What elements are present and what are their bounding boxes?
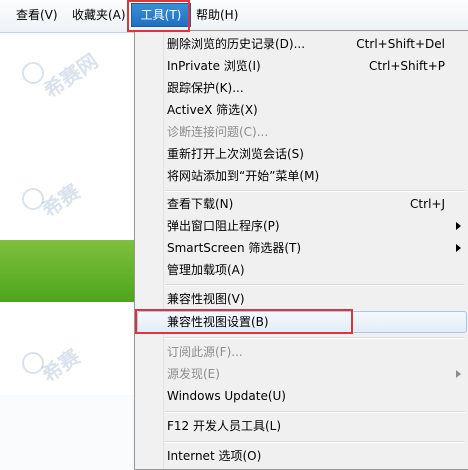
menu-favorites[interactable]: 收藏夹(A)	[68, 4, 130, 26]
menu-item-reopen-session[interactable]: 重新打开上次浏览会话(S)	[137, 143, 467, 165]
menu-item-label: F12 开发人员工具(L)	[167, 419, 282, 433]
green-banner	[0, 240, 136, 302]
menu-item-compat-view[interactable]: 兼容性视图(V)	[137, 288, 467, 310]
menu-item-shortcut: Ctrl+Shift+P	[369, 59, 445, 73]
menu-item-label: 兼容性视图(V)	[167, 292, 245, 306]
menu-item-activex-filter[interactable]: ActiveX 筛选(X)	[137, 99, 467, 121]
menu-item-tracking-protection[interactable]: 跟踪保护(K)...	[137, 77, 467, 99]
menu-item-label: Windows Update(U)	[167, 389, 286, 403]
menu-item-inprivate[interactable]: InPrivate 浏览(I) Ctrl+Shift+P	[137, 55, 467, 77]
menu-item-feed-discovery: 源发现(E)	[137, 363, 467, 385]
menu-separator	[165, 441, 465, 443]
submenu-arrow-icon	[456, 244, 461, 252]
menu-item-diagnose-connection: 诊断连接问题(C)...	[137, 121, 467, 143]
menu-bar: 查看(V) 收藏夹(A) 工具(T) 帮助(H)	[0, 0, 468, 33]
submenu-arrow-icon	[456, 222, 461, 230]
menu-item-label: 订阅此源(F)...	[167, 345, 243, 359]
menu-item-label: 弹出窗口阻止程序(P)	[167, 219, 280, 233]
menu-item-f12-devtools[interactable]: F12 开发人员工具(L)	[137, 415, 467, 437]
menu-item-smartscreen[interactable]: SmartScreen 筛选器(T)	[137, 237, 467, 259]
menu-help[interactable]: 帮助(H)	[192, 4, 242, 26]
menu-item-label: 删除浏览的历史记录(D)...	[167, 37, 306, 51]
menu-item-label: 重新打开上次浏览会话(S)	[167, 147, 304, 161]
menu-item-compat-view-settings[interactable]: 兼容性视图设置(B)	[137, 311, 467, 333]
menu-item-add-to-start[interactable]: 将网站添加到“开始”菜单(M)	[137, 165, 467, 187]
menu-item-view-downloads[interactable]: 查看下载(N) Ctrl+J	[137, 193, 467, 215]
menu-separator	[165, 284, 465, 286]
menu-item-shortcut: Ctrl+Shift+Del	[356, 37, 445, 51]
menu-item-popup-blocker[interactable]: 弹出窗口阻止程序(P)	[137, 215, 467, 237]
submenu-arrow-icon	[456, 370, 461, 378]
menu-item-label: SmartScreen 筛选器(T)	[167, 241, 302, 255]
menu-item-subscribe-feed: 订阅此源(F)...	[137, 341, 467, 363]
menu-item-label: Internet 选项(O)	[167, 449, 262, 463]
menu-view[interactable]: 查看(V)	[12, 4, 62, 26]
menu-item-label: 查看下载(N)	[167, 197, 234, 211]
menu-tools[interactable]: 工具(T)	[131, 3, 191, 27]
menu-item-label: 将网站添加到“开始”菜单(M)	[167, 169, 320, 183]
menu-item-internet-options[interactable]: Internet 选项(O)	[137, 445, 467, 467]
menu-item-windows-update[interactable]: Windows Update(U)	[137, 385, 467, 407]
menu-separator	[165, 190, 465, 192]
menu-item-label: ActiveX 筛选(X)	[167, 103, 258, 117]
page-content-area	[0, 35, 140, 395]
menu-item-delete-history[interactable]: 删除浏览的历史记录(D)... Ctrl+Shift+Del	[137, 33, 467, 55]
tools-dropdown-menu: 删除浏览的历史记录(D)... Ctrl+Shift+Del InPrivate…	[134, 30, 468, 470]
menu-separator	[165, 411, 465, 413]
menu-item-label: 兼容性视图设置(B)	[167, 315, 269, 329]
menu-item-label: 诊断连接问题(C)...	[167, 125, 269, 139]
menu-item-shortcut: Ctrl+J	[410, 197, 445, 211]
menu-item-label: InPrivate 浏览(I)	[167, 59, 261, 73]
menu-item-label: 管理加载项(A)	[167, 263, 245, 277]
menu-item-label: 跟踪保护(K)...	[167, 81, 244, 95]
menu-item-manage-addons[interactable]: 管理加载项(A)	[137, 259, 467, 281]
menu-separator	[165, 337, 465, 339]
menu-item-label: 源发现(E)	[167, 367, 220, 381]
